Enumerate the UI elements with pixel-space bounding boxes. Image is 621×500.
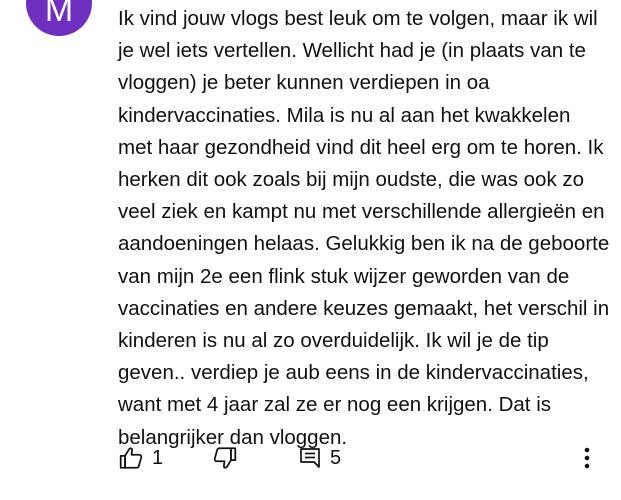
thumbs-down-icon — [212, 445, 238, 471]
dislike-button[interactable] — [212, 440, 238, 476]
like-button[interactable]: 1 — [118, 440, 163, 476]
like-count: 1 — [152, 446, 164, 469]
more-vertical-icon — [580, 445, 594, 471]
reply-comment-icon — [298, 446, 322, 470]
avatar[interactable]: M — [26, 0, 92, 36]
comment-text: Ik vind jouw vlogs best leuk om te volge… — [118, 7, 610, 449]
comment-action-bar: 1 5 — [118, 440, 608, 476]
reply-count: 5 — [330, 446, 342, 469]
more-options-button[interactable] — [580, 440, 594, 476]
thumbs-up-icon — [118, 445, 144, 471]
reply-button[interactable]: 5 — [298, 440, 341, 476]
